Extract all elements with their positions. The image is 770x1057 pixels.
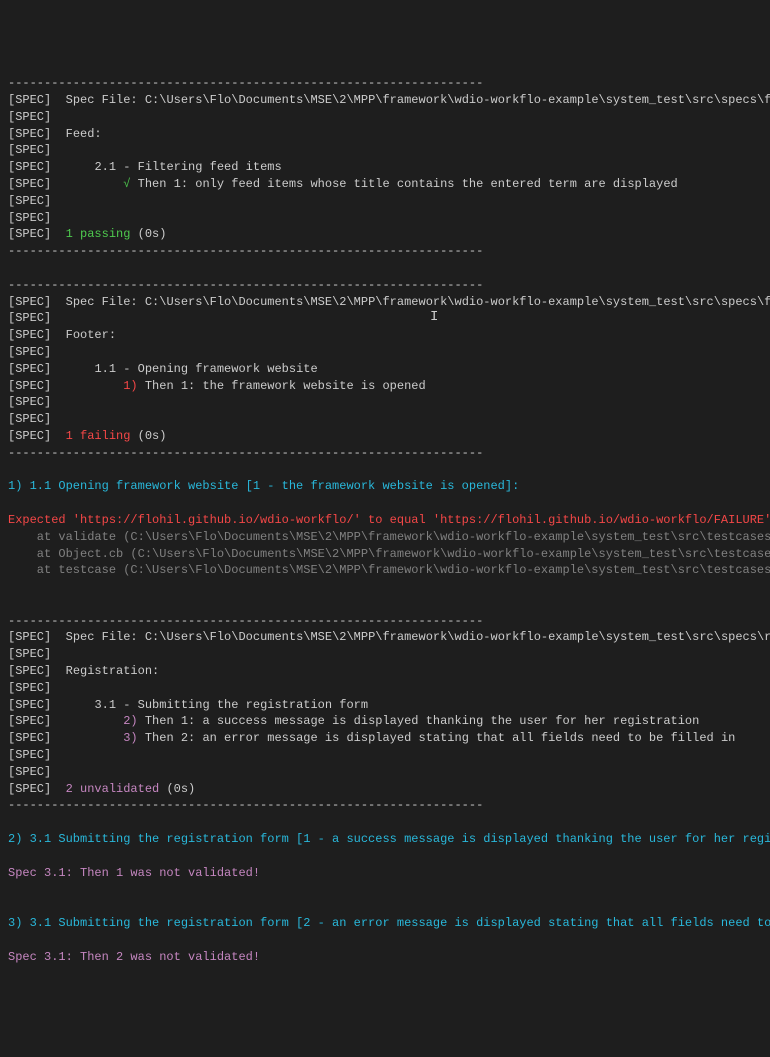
spec-prefix: [SPEC]: [8, 379, 51, 393]
result-count: 1 passing: [66, 227, 131, 241]
result-count: 1 failing: [66, 429, 131, 443]
spec-prefix: [SPEC]: [8, 698, 51, 712]
spec-prefix: [SPEC]: [8, 395, 51, 409]
result-count: 2 unvalidated: [66, 782, 160, 796]
failure-header: 1) 1.1 Opening framework website [1 - th…: [8, 479, 519, 493]
text-cursor: I: [430, 308, 438, 328]
unval-message: Spec 3.1: Then 1 was not validated!: [8, 866, 260, 880]
result-time: (0s): [166, 782, 195, 796]
test-title: 1.1 - Opening framework website: [94, 362, 317, 376]
unval-header: 2) 3.1 Submitting the registration form …: [8, 832, 770, 846]
spec-prefix: [SPEC]: [8, 227, 51, 241]
spec-prefix: [SPEC]: [8, 177, 51, 191]
suite-name: Registration:: [66, 664, 160, 678]
spec-prefix: [SPEC]: [8, 412, 51, 426]
unval-mark: 3): [123, 731, 137, 745]
separator: ----------------------------------------…: [8, 798, 483, 812]
spec-file-path: C:\Users\Flo\Documents\MSE\2\MPP\framewo…: [145, 630, 770, 644]
separator: ----------------------------------------…: [8, 446, 483, 460]
spec-prefix: [SPEC]: [8, 714, 51, 728]
spec-file-path: C:\Users\Flo\Documents\MSE\2\MPP\framewo…: [145, 295, 770, 309]
fail-mark: 1): [123, 379, 137, 393]
spec-prefix: [SPEC]: [8, 647, 51, 661]
spec-prefix: [SPEC]: [8, 664, 51, 678]
result-time: (0s): [138, 429, 167, 443]
then-text: Then 2: an error message is displayed st…: [145, 731, 736, 745]
spec-prefix: [SPEC]: [8, 429, 51, 443]
unval-mark: 2): [123, 714, 137, 728]
spec-prefix: [SPEC]: [8, 765, 51, 779]
then-text: Then 1: only feed items whose title cont…: [138, 177, 678, 191]
spec-prefix: [SPEC]: [8, 681, 51, 695]
checkmark-icon: √: [123, 177, 130, 191]
spec-prefix: [SPEC]: [8, 345, 51, 359]
stack-trace-line: at Object.cb (C:\Users\Flo\Documents\MSE…: [8, 547, 770, 561]
separator: ----------------------------------------…: [8, 244, 483, 258]
separator: ----------------------------------------…: [8, 614, 483, 628]
suite-name: Footer:: [66, 328, 116, 342]
spec-prefix: [SPEC]: [8, 127, 51, 141]
spec-prefix: [SPEC]: [8, 160, 51, 174]
then-text: Then 1: the framework website is opened: [145, 379, 426, 393]
spec-prefix: [SPEC]: [8, 194, 51, 208]
separator: ----------------------------------------…: [8, 76, 483, 90]
test-title: 3.1 - Submitting the registration form: [94, 698, 368, 712]
stack-trace-line: at testcase (C:\Users\Flo\Documents\MSE\…: [8, 563, 770, 577]
terminal-output: ----------------------------------------…: [8, 75, 762, 965]
separator: ----------------------------------------…: [8, 278, 483, 292]
spec-prefix: [SPEC]: [8, 110, 51, 124]
result-time: (0s): [138, 227, 167, 241]
spec-prefix: [SPEC]: [8, 295, 51, 309]
then-text: Then 1: a success message is displayed t…: [145, 714, 700, 728]
spec-prefix: [SPEC]: [8, 630, 51, 644]
spec-prefix: [SPEC]: [8, 328, 51, 342]
spec-prefix: [SPEC]: [8, 362, 51, 376]
test-title: 2.1 - Filtering feed items: [94, 160, 281, 174]
suite-name: Feed:: [66, 127, 102, 141]
spec-prefix: [SPEC]: [8, 93, 51, 107]
spec-prefix: [SPEC]: [8, 211, 51, 225]
spec-file-path: C:\Users\Flo\Documents\MSE\2\MPP\framewo…: [145, 93, 770, 107]
unval-header: 3) 3.1 Submitting the registration form …: [8, 916, 770, 930]
stack-trace-line: at validate (C:\Users\Flo\Documents\MSE\…: [8, 530, 770, 544]
spec-prefix: [SPEC]: [8, 748, 51, 762]
spec-prefix: [SPEC]: [8, 143, 51, 157]
spec-prefix: [SPEC]: [8, 782, 51, 796]
spec-prefix: [SPEC]: [8, 731, 51, 745]
expected-message: Expected 'https://flohil.github.io/wdio-…: [8, 513, 770, 527]
spec-prefix: [SPEC]: [8, 311, 51, 325]
unval-message: Spec 3.1: Then 2 was not validated!: [8, 950, 260, 964]
